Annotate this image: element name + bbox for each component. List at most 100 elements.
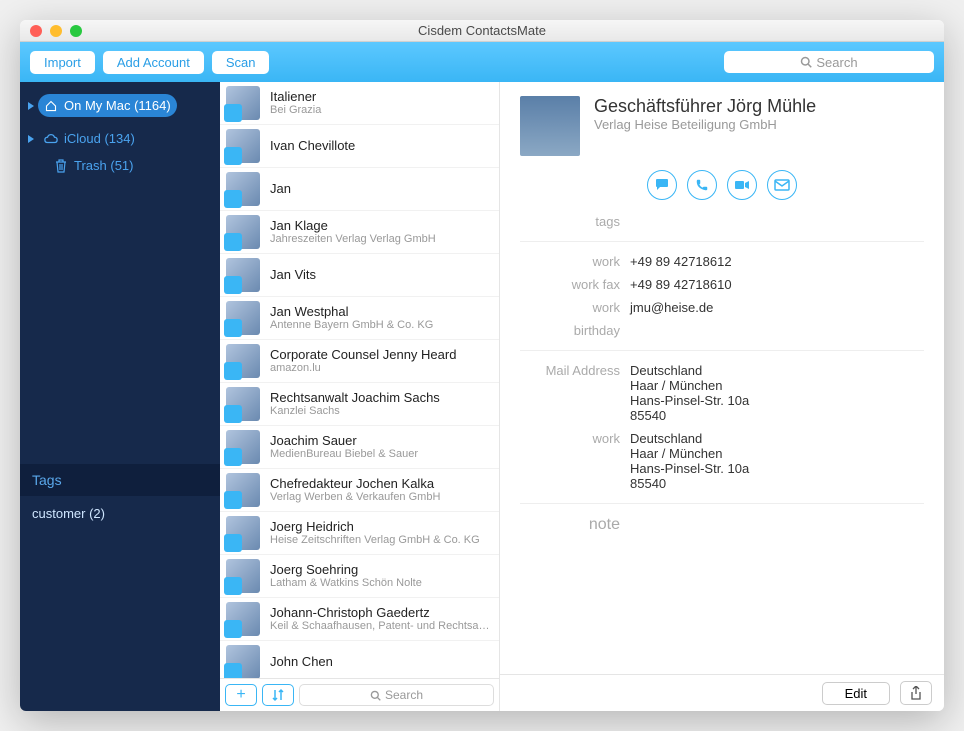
- contact-row[interactable]: Chefredakteur Jochen KalkaVerlag Werben …: [220, 469, 499, 512]
- call-button[interactable]: [687, 170, 717, 200]
- video-button[interactable]: [727, 170, 757, 200]
- contact-row[interactable]: Jan WestphalAntenne Bayern GmbH & Co. KG: [220, 297, 499, 340]
- contact-name: Rechtsanwalt Joachim Sachs: [270, 390, 440, 406]
- video-icon: [734, 179, 750, 191]
- contact-name: Joerg Heidrich: [270, 519, 480, 535]
- sidebar: On My Mac (1164) iCloud (134) Trash (51)…: [20, 82, 220, 711]
- contact-name: Jan Vits: [270, 267, 316, 283]
- contact-subtitle: Latham & Watkins Schön Nolte: [270, 577, 422, 590]
- contact-row[interactable]: John Chen: [220, 641, 499, 678]
- tags-list: customer (2): [20, 496, 220, 531]
- contact-subtitle: Bei Grazia: [270, 104, 321, 117]
- contact-name: Joerg Soehring: [270, 562, 422, 578]
- field-value: +49 89 42718612: [630, 254, 924, 269]
- contact-avatar[interactable]: [520, 96, 580, 156]
- account-label: On My Mac (1164): [64, 98, 171, 113]
- contact-row[interactable]: Johann-Christoph GaedertzKeil & Schaafha…: [220, 598, 499, 641]
- field-label: work: [520, 431, 620, 491]
- field-row: workjmu@heise.de: [520, 296, 924, 319]
- field-row: Mail AddressDeutschland Haar / München H…: [520, 359, 924, 427]
- avatar: [226, 387, 260, 421]
- toolbar: Import Add Account Scan Search: [20, 42, 944, 82]
- add-contact-button[interactable]: +: [225, 684, 257, 706]
- field-value: [630, 323, 924, 338]
- field-label: work: [520, 254, 620, 269]
- global-search-input[interactable]: Search: [724, 51, 934, 73]
- email-button[interactable]: [767, 170, 797, 200]
- sidebar-item-icloud[interactable]: iCloud (134): [38, 127, 141, 150]
- message-icon: [654, 177, 670, 193]
- detail-panel: Geschäftsführer Jörg Mühle Verlag Heise …: [500, 82, 944, 711]
- share-button[interactable]: [900, 681, 932, 705]
- avatar: [226, 344, 260, 378]
- field-label: tags: [520, 214, 620, 229]
- avatar: [226, 559, 260, 593]
- field-value: Deutschland Haar / München Hans-Pinsel-S…: [630, 363, 924, 423]
- contact-subtitle: MedienBureau Biebel & Sauer: [270, 448, 418, 461]
- note-label: note: [520, 516, 620, 534]
- field-row: work +49 89 42718612: [520, 250, 924, 273]
- sidebar-item-trash[interactable]: Trash (51): [28, 158, 212, 173]
- list-search-input[interactable]: Search: [299, 684, 494, 706]
- trash-icon: [54, 159, 68, 173]
- search-icon: [800, 56, 812, 68]
- contact-name: Chefredakteur Jochen Kalka: [270, 476, 440, 492]
- edit-button[interactable]: Edit: [822, 682, 890, 705]
- mail-icon: [774, 179, 790, 191]
- chevron-right-icon[interactable]: [28, 102, 34, 110]
- contact-row[interactable]: Corporate Counsel Jenny Heardamazon.lu: [220, 340, 499, 383]
- search-icon: [370, 690, 381, 701]
- contact-name: Jan: [270, 181, 291, 197]
- contact-row[interactable]: Jan KlageJahreszeiten Verlag Verlag GmbH: [220, 211, 499, 254]
- contact-row[interactable]: ItalienerBei Grazia: [220, 82, 499, 125]
- contact-subtitle: Jahreszeiten Verlag Verlag GmbH: [270, 233, 436, 246]
- avatar: [226, 473, 260, 507]
- app-window: Cisdem ContactsMate Import Add Account S…: [20, 20, 944, 711]
- sort-button[interactable]: [262, 684, 294, 706]
- contact-subtitle: Verlag Heise Beteiligung GmbH: [594, 117, 816, 132]
- avatar: [226, 645, 260, 678]
- search-placeholder: Search: [816, 55, 857, 70]
- titlebar: Cisdem ContactsMate: [20, 20, 944, 42]
- contact-row[interactable]: Jan: [220, 168, 499, 211]
- contact-subtitle: Verlag Werben & Verkaufen GmbH: [270, 491, 440, 504]
- contact-row[interactable]: Ivan Chevillote: [220, 125, 499, 168]
- contact-list[interactable]: ItalienerBei GraziaIvan Chevillote Jan Jan…: [220, 82, 499, 678]
- action-buttons: [520, 156, 924, 210]
- accounts-list: On My Mac (1164) iCloud (134) Trash (51): [20, 82, 220, 183]
- contact-subtitle: Kanzlei Sachs: [270, 405, 440, 418]
- field-value: Deutschland Haar / München Hans-Pinsel-S…: [630, 431, 924, 491]
- contact-name: Corporate Counsel Jenny Heard: [270, 347, 456, 363]
- contact-row[interactable]: Jan Vits: [220, 254, 499, 297]
- sidebar-item-on-my-mac[interactable]: On My Mac (1164): [38, 94, 177, 117]
- contact-list-column: ItalienerBei GraziaIvan Chevillote Jan Jan…: [220, 82, 500, 711]
- add-account-button[interactable]: Add Account: [103, 51, 204, 74]
- tags-header: Tags: [20, 464, 220, 496]
- detail-footer: Edit: [500, 674, 944, 711]
- contact-row[interactable]: Joachim SauerMedienBureau Biebel & Sauer: [220, 426, 499, 469]
- import-button[interactable]: Import: [30, 51, 95, 74]
- avatar: [226, 430, 260, 464]
- scan-button[interactable]: Scan: [212, 51, 270, 74]
- detail-fields: tagswork+49 89 42718612work fax+49 89 42…: [520, 210, 924, 495]
- contact-name: Jan Westphal: [270, 304, 433, 320]
- message-button[interactable]: [647, 170, 677, 200]
- window-title: Cisdem ContactsMate: [20, 23, 944, 38]
- trash-label: Trash (51): [74, 158, 133, 173]
- account-label: iCloud (134): [64, 131, 135, 146]
- sort-icon: [271, 688, 285, 702]
- field-row: birthday: [520, 319, 924, 342]
- avatar: [226, 258, 260, 292]
- share-icon: [910, 686, 922, 700]
- tag-item-customer[interactable]: customer (2): [32, 506, 208, 521]
- contact-title: Geschäftsführer Jörg Mühle: [594, 96, 816, 117]
- contact-name: Jan Klage: [270, 218, 436, 234]
- field-label: work: [520, 300, 620, 315]
- avatar: [226, 215, 260, 249]
- contact-row[interactable]: Rechtsanwalt Joachim SachsKanzlei Sachs: [220, 383, 499, 426]
- detail-header: Geschäftsführer Jörg Mühle Verlag Heise …: [520, 82, 924, 156]
- contact-row[interactable]: Joerg SoehringLatham & Watkins Schön Nol…: [220, 555, 499, 598]
- contact-row[interactable]: Joerg HeidrichHeise Zeitschriften Verlag…: [220, 512, 499, 555]
- main-body: On My Mac (1164) iCloud (134) Trash (51)…: [20, 82, 944, 711]
- chevron-right-icon[interactable]: [28, 135, 34, 143]
